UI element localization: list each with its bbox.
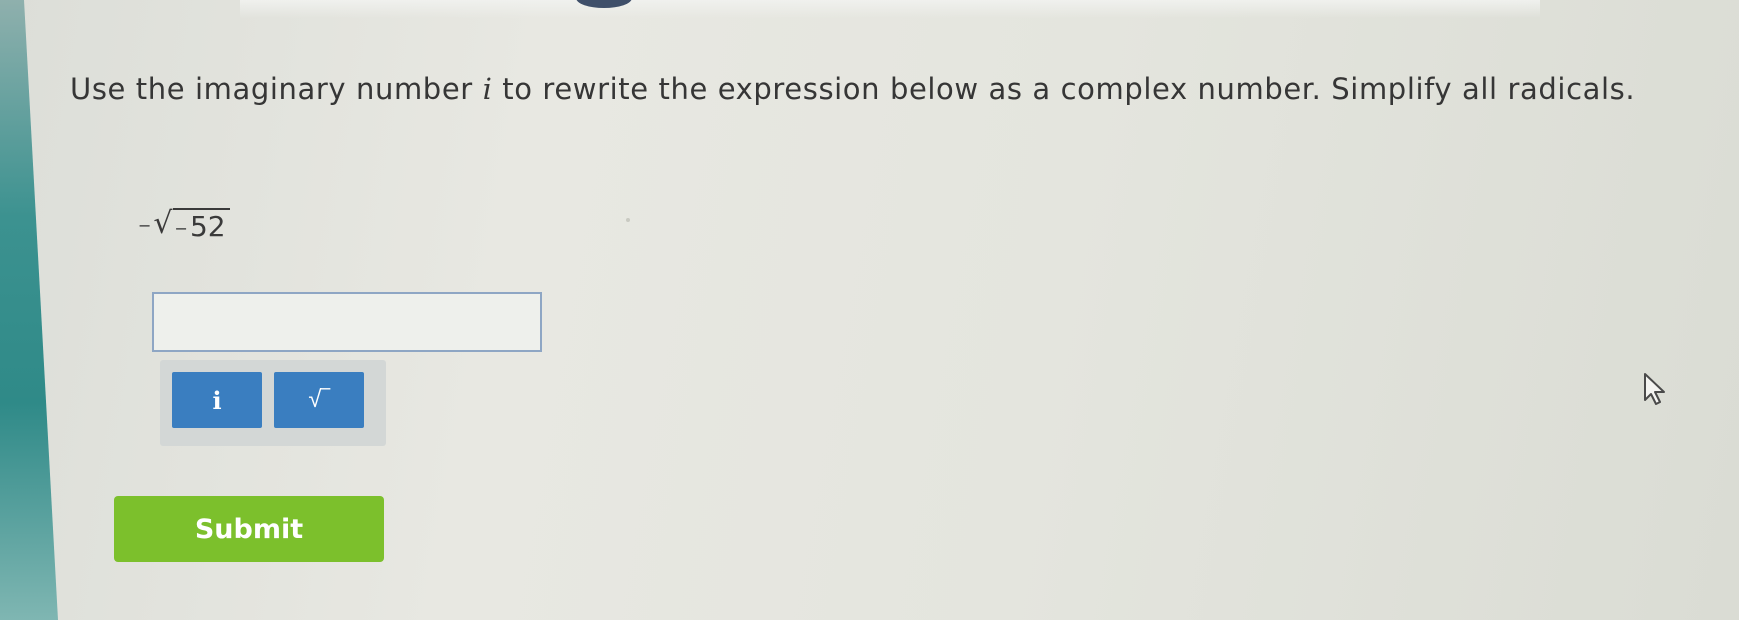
imaginary-variable: i: [482, 72, 493, 106]
insert-i-button[interactable]: i: [172, 372, 262, 428]
screen-speck: [626, 218, 630, 222]
insert-sqrt-button[interactable]: √‾: [274, 372, 364, 428]
radicand-value: 52: [189, 210, 226, 243]
radical-expression: − √ − 52: [138, 208, 230, 244]
question-text-before: Use the imaginary number: [70, 72, 483, 106]
square-root-icon: √: [153, 206, 173, 241]
radicand-negative-sign: −: [174, 219, 188, 238]
question-prompt: Use the imaginary number i to rewrite th…: [70, 60, 1670, 118]
radicand: − 52: [172, 208, 230, 244]
answer-input[interactable]: [152, 292, 542, 352]
left-teal-border: [0, 0, 58, 620]
math-keypad: i √‾: [160, 360, 386, 446]
mouse-pointer-icon: [1644, 373, 1665, 405]
top-page-edge: [240, 0, 1540, 18]
question-text-after: to rewrite the expression below as a com…: [492, 72, 1636, 106]
submit-button[interactable]: Submit: [114, 496, 384, 562]
outer-negative-sign: −: [138, 216, 152, 235]
